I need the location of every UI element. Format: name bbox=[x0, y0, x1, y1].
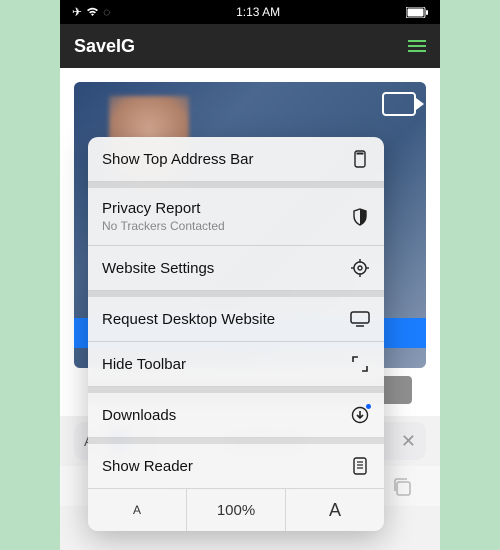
airplane-icon: ✈ bbox=[72, 5, 82, 19]
battery-icon bbox=[406, 7, 428, 18]
clear-icon[interactable]: ✕ bbox=[401, 431, 416, 452]
menu-label: Hide Toolbar bbox=[102, 356, 186, 373]
menu-privacy-report[interactable]: Privacy Report No Trackers Contacted bbox=[88, 182, 384, 246]
zoom-level[interactable]: 100% bbox=[187, 489, 286, 531]
aa-menu-panel: Show Top Address Bar Privacy Report No T… bbox=[88, 137, 384, 531]
reader-icon bbox=[350, 456, 370, 476]
app-header: SaveIG bbox=[60, 24, 440, 68]
download-circle-icon bbox=[350, 405, 370, 425]
status-time: 1:13 AM bbox=[236, 5, 280, 19]
expand-icon bbox=[350, 354, 370, 374]
menu-label: Show Top Address Bar bbox=[102, 151, 253, 168]
video-camera-icon bbox=[382, 92, 416, 116]
menu-label: Downloads bbox=[102, 407, 176, 424]
menu-label: Website Settings bbox=[102, 260, 214, 277]
menu-website-settings[interactable]: Website Settings bbox=[88, 246, 384, 291]
menu-label: Privacy Report bbox=[102, 200, 225, 217]
zoom-in-button[interactable]: A bbox=[286, 489, 384, 531]
menu-sublabel: No Trackers Contacted bbox=[102, 219, 225, 233]
menu-downloads[interactable]: Downloads bbox=[88, 387, 384, 438]
phone-frame: ✈ ◌ 1:13 AM SaveIG AA ↓ saveig.net ✕ bbox=[60, 0, 440, 550]
menu-label: Request Desktop Website bbox=[102, 311, 275, 328]
menu-request-desktop[interactable]: Request Desktop Website bbox=[88, 291, 384, 342]
menu-icon[interactable] bbox=[408, 40, 426, 52]
app-title: SaveIG bbox=[74, 36, 135, 57]
desktop-icon bbox=[350, 309, 370, 329]
tabs-button[interactable] bbox=[389, 474, 415, 500]
menu-show-top-address[interactable]: Show Top Address Bar bbox=[88, 137, 384, 182]
wifi-icon bbox=[86, 7, 99, 17]
gear-icon bbox=[350, 258, 370, 278]
zoom-out-button[interactable]: A bbox=[88, 489, 187, 531]
status-bar: ✈ ◌ 1:13 AM bbox=[60, 0, 440, 24]
menu-label: Show Reader bbox=[102, 458, 193, 475]
menu-hide-toolbar[interactable]: Hide Toolbar bbox=[88, 342, 384, 387]
shield-icon bbox=[350, 207, 370, 227]
phone-top-icon bbox=[350, 149, 370, 169]
zoom-row: A 100% A bbox=[88, 489, 384, 531]
loading-icon: ◌ bbox=[103, 5, 110, 19]
menu-show-reader[interactable]: Show Reader bbox=[88, 438, 384, 489]
